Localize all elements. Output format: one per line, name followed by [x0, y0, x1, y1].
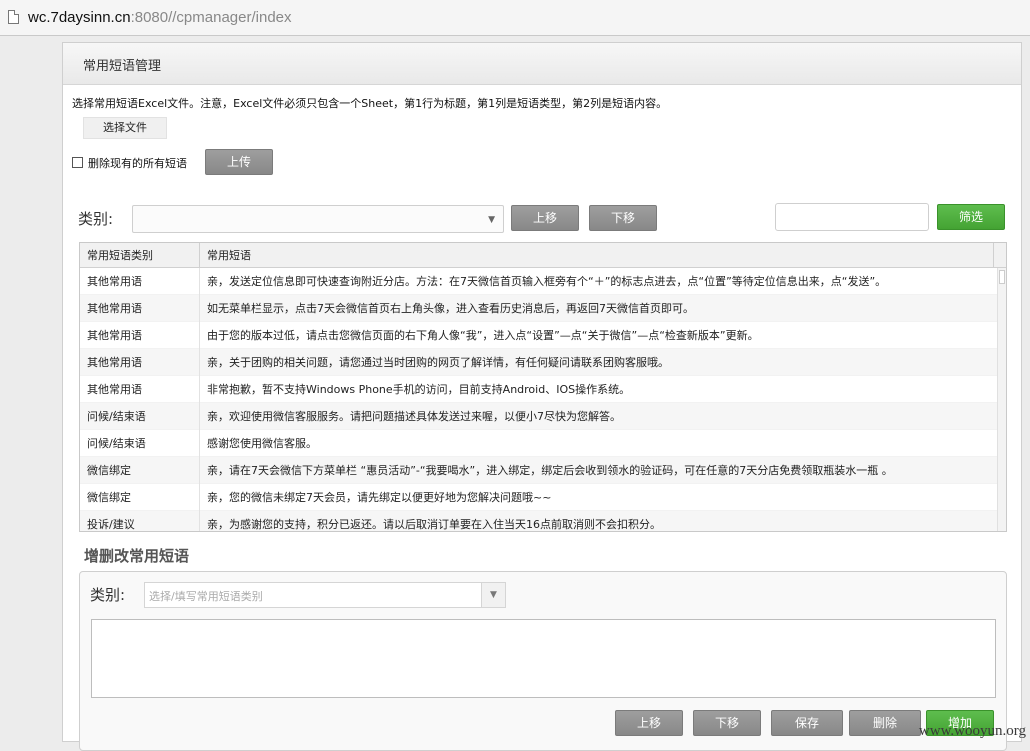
table-row[interactable]: 其他常用语亲，关于团购的相关问题，请您通过当时团购的网页了解详情，有任何疑问请联…: [80, 349, 997, 376]
url-path: :8080//cpmanager/index: [131, 9, 292, 26]
left-gutter: [0, 36, 62, 742]
url-text[interactable]: wc.7daysinn.cn:8080//cpmanager/index: [28, 9, 292, 26]
delete-all-label: 删除现有的所有短语: [88, 157, 187, 170]
filter-button[interactable]: 筛选: [937, 204, 1005, 230]
editor-title: 增删改常用短语: [84, 545, 189, 566]
row-phrase-cell: 亲，为感谢您的支持，积分已返还。请以后取消订单要在入住当天16点前取消则不会扣积…: [200, 511, 997, 532]
row-category-cell: 其他常用语: [80, 349, 200, 376]
table-row[interactable]: 其他常用语非常抱歉，暂不支持Windows Phone手机的访问，目前支持And…: [80, 376, 997, 403]
table-row[interactable]: 问候/结束语感谢您使用微信客服。: [80, 430, 997, 457]
table-row[interactable]: 微信绑定亲，您的微信未绑定7天会员，请先绑定以便更好地为您解决问题哦~~: [80, 484, 997, 511]
table-row[interactable]: 其他常用语由于您的版本过低，请点击您微信页面的右下角人像“我”，进入点“设置”—…: [80, 322, 997, 349]
move-down-button[interactable]: 下移: [589, 205, 657, 231]
table-row[interactable]: 其他常用语亲，发送定位信息即可快速查询附近分店。方法：在7天微信首页输入框旁有个…: [80, 268, 997, 295]
category-filter-select[interactable]: ▼: [132, 205, 504, 233]
column-header-category[interactable]: 常用短语类别: [80, 243, 200, 268]
editor-category-label: 类别:: [90, 584, 125, 605]
row-phrase-cell: 亲，发送定位信息即可快速查询附近分店。方法：在7天微信首页输入框旁有个“＋”的标…: [200, 268, 997, 295]
row-category-cell: 微信绑定: [80, 457, 200, 484]
row-phrase-cell: 感谢您使用微信客服。: [200, 430, 997, 457]
editor-move-up-button[interactable]: 上移: [615, 710, 683, 736]
panel-title: 常用短语管理: [83, 55, 161, 74]
browser-address-bar[interactable]: wc.7daysinn.cn:8080//cpmanager/index: [0, 0, 1030, 36]
row-category-cell: 其他常用语: [80, 268, 200, 295]
table-scrollbar[interactable]: [997, 268, 1006, 532]
import-instructions: 选择常用短语Excel文件。注意，Excel文件必须只包含一个Sheet，第1行…: [72, 95, 667, 111]
table-row[interactable]: 其他常用语如无菜单栏显示，点击7天会微信首页右上角头像，进入查看历史消息后，再返…: [80, 295, 997, 322]
dropdown-arrow-icon: ▼: [488, 215, 495, 225]
phrase-text-area[interactable]: [91, 619, 996, 698]
row-category-cell: 其他常用语: [80, 376, 200, 403]
url-host: wc.7daysinn.cn: [28, 9, 131, 26]
row-category-cell: 其他常用语: [80, 322, 200, 349]
delete-all-checkbox[interactable]: [72, 157, 83, 168]
delete-all-option[interactable]: 删除现有的所有短语: [72, 155, 187, 171]
editor-category-placeholder: 选择/填写常用短语类别: [149, 588, 263, 604]
upload-button[interactable]: 上传: [205, 149, 273, 175]
row-category-cell: 其他常用语: [80, 295, 200, 322]
row-category-cell: 问候/结束语: [80, 403, 200, 430]
row-phrase-cell: 如无菜单栏显示，点击7天会微信首页右上角头像，进入查看历史消息后，再返回7天微信…: [200, 295, 997, 322]
delete-button[interactable]: 删除: [849, 710, 921, 736]
editor-category-combobox[interactable]: 选择/填写常用短语类别 ▼: [144, 582, 506, 608]
row-phrase-cell: 亲，欢迎使用微信客服服务。请把问题描述具体发送过来喔，以便小7尽快为您解答。: [200, 403, 997, 430]
row-category-cell: 问候/结束语: [80, 430, 200, 457]
save-button[interactable]: 保存: [771, 710, 843, 736]
dropdown-arrow-icon[interactable]: ▼: [481, 583, 505, 607]
phrase-editor: 类别: 选择/填写常用短语类别 ▼ 上移 下移 保存 删除 增加: [79, 571, 1007, 751]
page-icon: [8, 10, 19, 24]
move-up-button[interactable]: 上移: [511, 205, 579, 231]
phrase-table: 常用短语类别 常用短语 其他常用语亲，发送定位信息即可快速查询附近分店。方法：在…: [79, 242, 1007, 532]
panel-header: 常用短语管理: [63, 43, 1021, 85]
table-row[interactable]: 微信绑定亲，请在7天会微信下方菜单栏 “惠员活动”-“我要喝水”，进入绑定，绑定…: [80, 457, 997, 484]
phrase-management-panel: 常用短语管理 选择常用短语Excel文件。注意，Excel文件必须只包含一个Sh…: [62, 42, 1022, 742]
row-category-cell: 投诉/建议: [80, 511, 200, 532]
editor-move-down-button[interactable]: 下移: [693, 710, 761, 736]
row-category-cell: 微信绑定: [80, 484, 200, 511]
row-phrase-cell: 亲，您的微信未绑定7天会员，请先绑定以便更好地为您解决问题哦~~: [200, 484, 997, 511]
category-filter-label: 类别:: [78, 208, 113, 229]
watermark: www.wooyun.org: [919, 723, 1026, 740]
choose-file-button[interactable]: 选择文件: [83, 117, 167, 139]
row-phrase-cell: 由于您的版本过低，请点击您微信页面的右下角人像“我”，进入点“设置”—点“关于微…: [200, 322, 997, 349]
column-header-phrase[interactable]: 常用短语: [200, 243, 994, 268]
table-row[interactable]: 投诉/建议亲，为感谢您的支持，积分已返还。请以后取消订单要在入住当天16点前取消…: [80, 511, 997, 532]
row-phrase-cell: 亲，请在7天会微信下方菜单栏 “惠员活动”-“我要喝水”，进入绑定，绑定后会收到…: [200, 457, 997, 484]
table-row[interactable]: 问候/结束语亲，欢迎使用微信客服服务。请把问题描述具体发送过来喔，以便小7尽快为…: [80, 403, 997, 430]
scrollbar-thumb[interactable]: [999, 270, 1005, 284]
row-phrase-cell: 亲，关于团购的相关问题，请您通过当时团购的网页了解详情，有任何疑问请联系团购客服…: [200, 349, 997, 376]
table-header: 常用短语类别 常用短语: [80, 243, 1006, 268]
row-phrase-cell: 非常抱歉，暂不支持Windows Phone手机的访问，目前支持Android、…: [200, 376, 997, 403]
filter-search-input[interactable]: [775, 203, 929, 231]
